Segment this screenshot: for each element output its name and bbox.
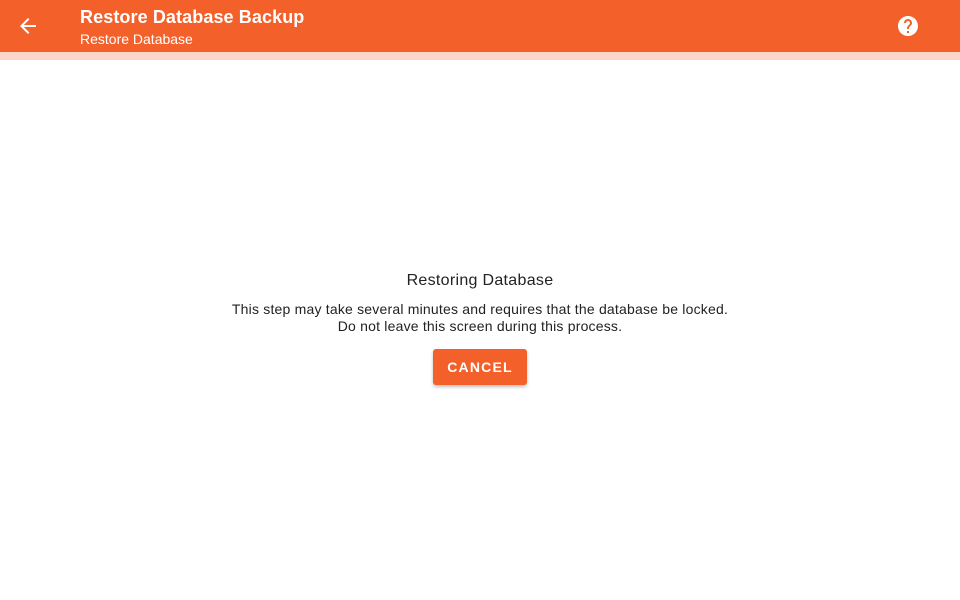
back-button[interactable] <box>6 4 50 48</box>
help-button[interactable] <box>886 4 930 48</box>
arrow-left-icon <box>20 18 36 34</box>
restore-status-panel: Restoring Database This step may take se… <box>0 270 960 385</box>
app-bar-titles: Restore Database Backup Restore Database <box>80 6 304 49</box>
page-subtitle: Restore Database <box>80 31 193 47</box>
status-description: This step may take several minutes and r… <box>0 301 960 335</box>
app-bar: Restore Database Backup Restore Database <box>0 0 960 52</box>
status-heading: Restoring Database <box>406 272 554 289</box>
status-description-line-1: This step may take several minutes and r… <box>231 301 729 317</box>
progress-bar <box>0 52 960 60</box>
cancel-button[interactable]: CANCEL <box>433 349 527 385</box>
page-title: Restore Database Backup <box>80 7 305 27</box>
status-description-line-2: Do not leave this screen during this pro… <box>337 318 623 334</box>
help-circle-icon <box>898 16 918 36</box>
